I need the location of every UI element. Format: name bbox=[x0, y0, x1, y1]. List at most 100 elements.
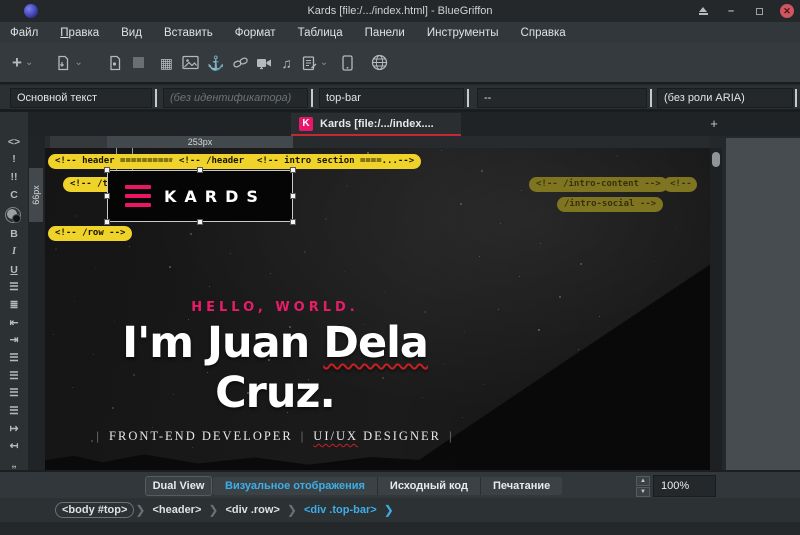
numbered-list-icon[interactable]: ≣ bbox=[4, 299, 24, 311]
menu-tools[interactable]: Инструменты bbox=[427, 27, 499, 39]
status-strip bbox=[0, 522, 800, 535]
new-document-icon[interactable] bbox=[107, 51, 123, 75]
align-right-icon[interactable]: ☰ bbox=[4, 388, 24, 400]
emphasis-icon[interactable]: ! bbox=[4, 154, 24, 166]
resize-handle-se[interactable] bbox=[290, 219, 296, 225]
breadcrumb-div-row[interactable]: <div .row> bbox=[219, 503, 285, 517]
class-style-icon[interactable]: C bbox=[4, 189, 24, 201]
horizontal-ruler: 253px bbox=[45, 136, 710, 148]
maximize-window-icon[interactable] bbox=[752, 4, 766, 18]
dual-view-button[interactable]: Dual View bbox=[145, 476, 212, 496]
format-sidebar: <> ! !! C B I U ☰ ≣ ⇤ ⇥ ☰ ☰ ☰ ☰ ↦ ↤ „ bbox=[0, 112, 28, 470]
breadcrumb: <body #top> ❯ <header> ❯ <div .row> ❯ <d… bbox=[0, 498, 800, 522]
zoom-input[interactable]: 100% bbox=[653, 475, 716, 497]
bullet-list-icon[interactable]: ☰ bbox=[4, 282, 24, 294]
breadcrumb-body[interactable]: <body #top> bbox=[55, 502, 134, 518]
add-menu-chevron-icon[interactable]: ⌄ bbox=[25, 51, 33, 75]
tab-visual-view[interactable]: Визуальное отображения bbox=[213, 477, 377, 495]
resize-handle-w[interactable] bbox=[104, 193, 110, 199]
breadcrumb-div-top-bar[interactable]: <div .top-bar> bbox=[298, 503, 383, 517]
strong-emphasis-icon[interactable]: !! bbox=[4, 171, 24, 183]
breadcrumb-chevron-icon: ❯ bbox=[135, 503, 145, 517]
insert-table-icon[interactable]: ▦ bbox=[160, 51, 173, 75]
element-lang-input[interactable]: -- bbox=[477, 88, 647, 108]
insert-form-menu-chevron-icon[interactable]: ⌄ bbox=[320, 51, 328, 75]
document-tab[interactable]: K Kards [file:/.../index.... bbox=[291, 113, 461, 136]
selected-logo-element[interactable]: KARDS bbox=[107, 170, 293, 222]
zoom-stepper: ▲ ▼ bbox=[636, 476, 650, 497]
outdent-icon[interactable]: ⇤ bbox=[4, 317, 24, 329]
menu-edit[interactable]: Правка bbox=[60, 27, 99, 39]
hero-greeting: HELLO, WORLD. bbox=[85, 300, 465, 315]
hero-title: I'm Juan Dela Cruz. bbox=[85, 319, 465, 419]
insert-anchor-icon[interactable]: ⚓ bbox=[207, 51, 224, 75]
document-tab-strip: K Kards [file:/.../index.... + bbox=[0, 112, 800, 136]
element-id-input[interactable]: (без идентификатора) bbox=[163, 88, 308, 108]
side-panel bbox=[726, 138, 800, 488]
comment-marker-intro-open[interactable]: <!-- intro section ====...--> bbox=[250, 154, 421, 169]
underline-icon[interactable]: U bbox=[4, 264, 24, 276]
bold-icon[interactable]: B bbox=[4, 229, 24, 241]
italic-icon[interactable]: I bbox=[4, 246, 24, 258]
aria-role-select[interactable]: (без роли ARIA) bbox=[657, 88, 793, 108]
tab-print-view[interactable]: Печатание bbox=[480, 477, 562, 495]
window-controls: – ✕ bbox=[696, 0, 794, 22]
breadcrumb-header[interactable]: <header> bbox=[146, 503, 207, 517]
resize-handle-n[interactable] bbox=[197, 167, 203, 173]
field-separator bbox=[467, 89, 469, 107]
quote-icon[interactable]: „ bbox=[4, 458, 24, 470]
menu-bar: Файл Правка Вид Вставить Формат Таблица … bbox=[0, 22, 800, 43]
shade-window-icon[interactable] bbox=[696, 4, 710, 18]
resize-handle-nw[interactable] bbox=[104, 167, 110, 173]
insert-image-icon[interactable] bbox=[182, 51, 199, 75]
direction-rtl-icon[interactable]: ↤ bbox=[4, 441, 24, 453]
resize-handle-s[interactable] bbox=[197, 219, 203, 225]
comment-marker-partial-open[interactable]: <!-- bbox=[663, 177, 697, 192]
view-mode-bar: Dual View Визуальное отображения Исходны… bbox=[0, 470, 800, 498]
insert-link-icon[interactable] bbox=[232, 51, 249, 75]
design-canvas[interactable]: <!-- header ==========...--> <!-- /heade… bbox=[45, 148, 710, 470]
comment-marker-intro-content-close[interactable]: <!-- /intro-content --> bbox=[529, 177, 668, 192]
misspelled-word: Dela bbox=[323, 318, 428, 368]
justify-icon[interactable]: ☰ bbox=[4, 405, 24, 417]
markup-cleaner-icon[interactable]: <> bbox=[4, 136, 24, 148]
vertical-scrollbar[interactable] bbox=[710, 148, 722, 470]
new-tab-button[interactable]: + bbox=[705, 114, 723, 132]
main-toolbar: + ⌄ ⌄ ▦ ⚓ ♫ ⌄ bbox=[0, 43, 800, 84]
resize-handle-ne[interactable] bbox=[290, 167, 296, 173]
menu-format[interactable]: Формат bbox=[235, 27, 276, 39]
browser-preview-icon[interactable] bbox=[371, 51, 388, 75]
align-center-icon[interactable]: ☰ bbox=[4, 370, 24, 382]
menu-view[interactable]: Вид bbox=[121, 27, 142, 39]
menu-panels[interactable]: Панели bbox=[365, 27, 405, 39]
comment-marker-row-close[interactable]: <!-- /row --> bbox=[48, 226, 132, 241]
close-window-icon[interactable]: ✕ bbox=[780, 4, 794, 18]
indent-icon[interactable]: ⇥ bbox=[4, 335, 24, 347]
resize-handle-e[interactable] bbox=[290, 193, 296, 199]
insert-video-icon[interactable] bbox=[256, 51, 274, 75]
zoom-increase-icon[interactable]: ▲ bbox=[636, 476, 650, 486]
role-uiux: UI/UX bbox=[313, 429, 358, 443]
zoom-decrease-icon[interactable]: ▼ bbox=[636, 487, 650, 497]
color-picker-icon[interactable] bbox=[5, 207, 23, 223]
menu-insert[interactable]: Вставить bbox=[164, 27, 213, 39]
open-document-icon[interactable] bbox=[55, 51, 71, 75]
comment-marker-intro-social-close[interactable]: /intro-social --> bbox=[557, 197, 663, 212]
align-left-icon[interactable]: ☰ bbox=[4, 352, 24, 364]
insert-form-icon[interactable] bbox=[302, 51, 317, 75]
hero-content: HELLO, WORLD. I'm Juan Dela Cruz. |FRONT… bbox=[85, 300, 465, 444]
scrollbar-thumb[interactable] bbox=[712, 152, 720, 167]
open-document-menu-chevron-icon[interactable]: ⌄ bbox=[74, 51, 82, 75]
resize-handle-sw[interactable] bbox=[104, 219, 110, 225]
menu-file[interactable]: Файл bbox=[10, 27, 38, 39]
mobile-preview-icon[interactable] bbox=[342, 51, 353, 75]
insert-audio-icon[interactable]: ♫ bbox=[281, 51, 292, 75]
tab-source-view[interactable]: Исходный код bbox=[377, 477, 480, 495]
menu-table[interactable]: Таблица bbox=[298, 27, 343, 39]
menu-help[interactable]: Справка bbox=[521, 27, 566, 39]
add-icon[interactable]: + bbox=[12, 51, 22, 75]
minimize-window-icon[interactable]: – bbox=[724, 4, 738, 18]
element-class-input[interactable]: top-bar bbox=[319, 88, 464, 108]
direction-ltr-icon[interactable]: ↦ bbox=[4, 423, 24, 435]
paragraph-format-select[interactable]: Основной текст bbox=[10, 88, 152, 108]
